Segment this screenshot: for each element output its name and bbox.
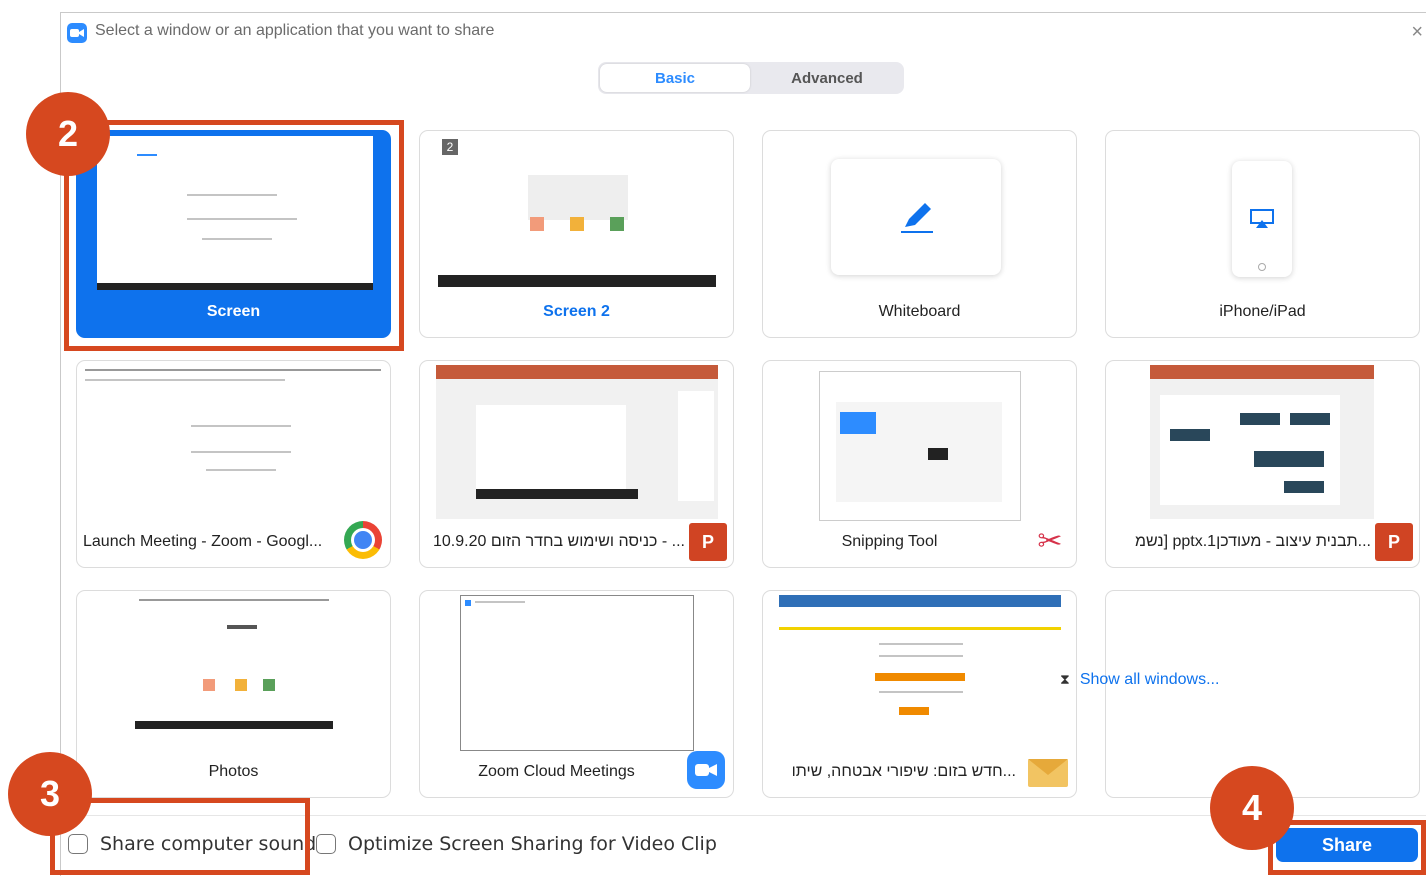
callout-step-2: 2: [26, 92, 110, 176]
share-button[interactable]: Share: [1276, 828, 1418, 862]
zoom-window-thumbnail: [460, 595, 694, 751]
tile-label: Photos: [208, 763, 259, 780]
photos-window-thumbnail: [135, 595, 333, 749]
tile-label: iPhone/iPad: [1219, 303, 1306, 320]
show-all-icon: ⧗: [1060, 671, 1070, 687]
tile-window-powerpoint-1[interactable]: 10.9.20 כניסה ושימוש בחדר הזום - ... P: [419, 360, 734, 568]
tile-label: Screen 2: [543, 303, 610, 320]
tile-window-powerpoint-2[interactable]: נשמ] pptx.1תבנית עיצוב - מעודכן... P: [1105, 360, 1420, 568]
share-computer-sound-label: Share computer sound: [100, 833, 317, 855]
tab-advanced[interactable]: Advanced: [752, 64, 902, 92]
snipping-window-thumbnail: [819, 371, 1021, 521]
tile-label: Zoom Cloud Meetings: [478, 763, 635, 780]
mail-window-thumbnail: [779, 595, 1061, 749]
show-all-label: Show all windows...: [1079, 671, 1220, 688]
chrome-icon: [344, 521, 382, 559]
share-computer-sound-option[interactable]: Share computer sound: [68, 833, 316, 855]
tile-label: Screen: [206, 303, 261, 320]
powerpoint-window-thumbnail: [436, 365, 718, 519]
tile-window-chrome[interactable]: Launch Meeting - Zoom - Googl...: [76, 360, 391, 568]
powerpoint-window-thumbnail: [1150, 365, 1374, 519]
optimize-video-option[interactable]: Optimize Screen Sharing for Video Clip: [316, 833, 717, 855]
close-icon[interactable]: ×: [1411, 21, 1423, 44]
zoom-icon: [687, 751, 725, 789]
whiteboard-card: [831, 159, 1001, 275]
dialog-title: Select a window or an application that y…: [95, 22, 495, 39]
pen-icon: [901, 203, 933, 233]
chrome-window-thumbnail: [81, 365, 387, 517]
tile-label: נשמ] pptx.1תבנית עיצוב - מעודכן...: [1135, 533, 1371, 550]
tile-label: חדש בזום: שיפורי אבטחה, שיתו...: [791, 763, 1016, 780]
mail-icon: [1028, 759, 1068, 787]
screen-number-badge: 2: [442, 139, 458, 155]
optimize-video-label: Optimize Screen Sharing for Video Clip: [348, 833, 717, 855]
tile-window-snipping-tool[interactable]: Snipping Tool ✂: [762, 360, 1077, 568]
phone-outline: [1232, 161, 1292, 277]
show-all-windows-link[interactable]: ⧗ Show all windows...: [1060, 671, 1219, 689]
tile-label: Whiteboard: [878, 303, 961, 320]
tile-label: Launch Meeting - Zoom - Googl...: [83, 533, 323, 550]
tab-switcher: Basic Advanced: [598, 62, 904, 94]
tile-window-photos[interactable]: Photos: [76, 590, 391, 798]
tile-iphone-ipad[interactable]: iPhone/iPad: [1105, 130, 1420, 338]
snipping-tool-icon: ✂: [1037, 524, 1063, 558]
callout-step-4: 4: [1210, 766, 1294, 850]
screen-thumbnail: [96, 135, 374, 291]
optimize-video-checkbox[interactable]: [316, 834, 336, 854]
tile-screen[interactable]: Screen: [76, 130, 391, 338]
screen-2-thumbnail: 2: [438, 135, 716, 291]
tile-window-zoom-cloud-meetings[interactable]: Zoom Cloud Meetings: [419, 590, 734, 798]
share-computer-sound-checkbox[interactable]: [68, 834, 88, 854]
tile-label: Snipping Tool: [841, 533, 938, 550]
airplay-icon: [1250, 209, 1274, 228]
tile-label: 10.9.20 כניסה ושימוש בחדר הזום - ...: [433, 533, 685, 550]
tile-screen-2[interactable]: 2 Screen 2: [419, 130, 734, 338]
title-bar: Select a window or an application that y…: [61, 13, 1426, 49]
callout-step-3: 3: [8, 752, 92, 836]
tile-window-mail[interactable]: חדש בזום: שיפורי אבטחה, שיתו...: [762, 590, 1077, 798]
tile-whiteboard[interactable]: Whiteboard: [762, 130, 1077, 338]
tab-basic[interactable]: Basic: [600, 64, 750, 92]
powerpoint-icon: P: [1375, 523, 1413, 561]
zoom-app-icon: [67, 23, 87, 43]
